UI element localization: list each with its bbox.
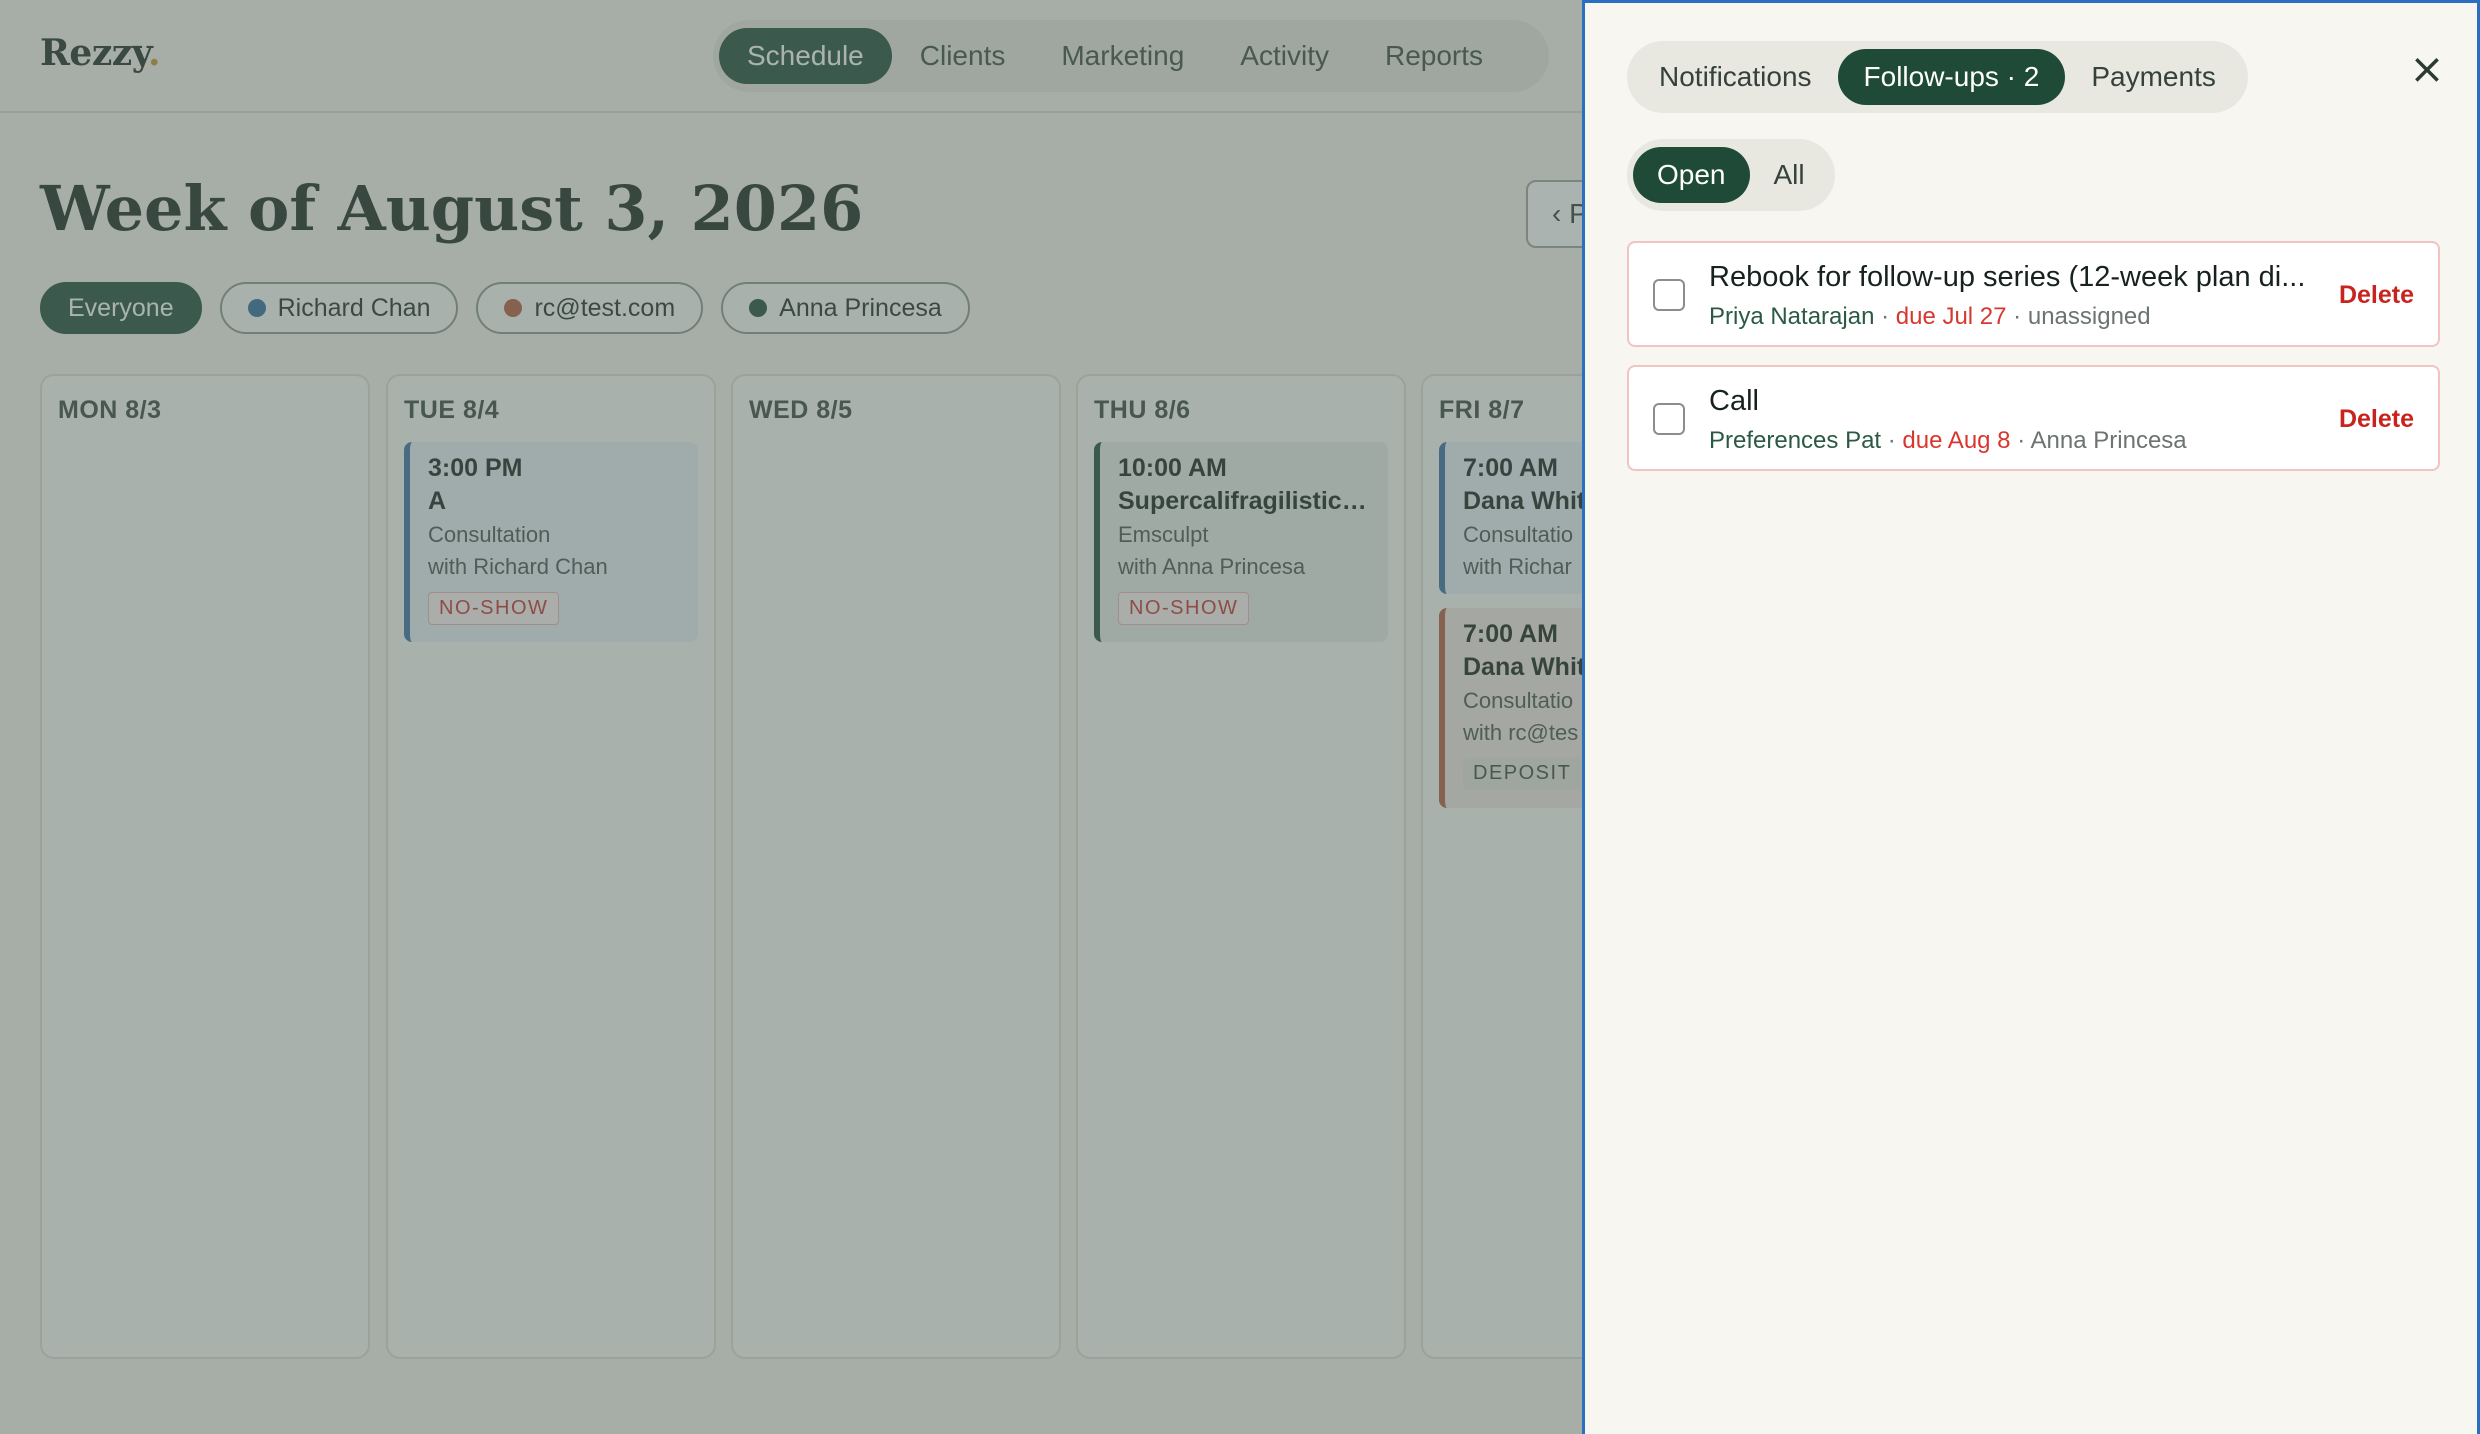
follow-up-due: due Jul 27: [1895, 303, 2007, 330]
follow-up-assignee: unassigned: [2027, 303, 2151, 330]
follow-up-client[interactable]: Priya Natarajan: [1709, 303, 1874, 330]
status-filter: Open All: [1627, 139, 1835, 211]
follow-up-assignee: Anna Princesa: [2030, 427, 2187, 454]
complete-checkbox[interactable]: [1653, 279, 1685, 311]
follow-up-meta: Preferences Pat · due Aug 8 · Anna Princ…: [1709, 427, 2187, 454]
follow-up-item: Call Preferences Pat · due Aug 8 · Anna …: [1627, 365, 2440, 471]
tab-all[interactable]: All: [1750, 147, 1829, 203]
follow-up-title: Rebook for follow-up series (12-week pla…: [1709, 261, 2306, 293]
close-icon[interactable]: ×: [2405, 47, 2449, 91]
follow-up-due: due Aug 8: [1902, 427, 2011, 454]
follow-ups-drawer: Notifications Follow-ups · 2 Payments × …: [1582, 0, 2480, 1434]
drawer-tabs: Notifications Follow-ups · 2 Payments: [1627, 41, 2248, 113]
tab-notifications[interactable]: Notifications: [1633, 49, 1838, 105]
tab-follow-ups[interactable]: Follow-ups · 2: [1837, 49, 2066, 105]
follow-up-title: Call: [1709, 385, 1759, 417]
follow-up-meta: Priya Natarajan · due Jul 27 · unassigne…: [1709, 303, 2151, 330]
delete-button[interactable]: Delete: [2339, 405, 2414, 434]
follow-up-client[interactable]: Preferences Pat: [1709, 427, 1881, 454]
tab-open[interactable]: Open: [1633, 147, 1750, 203]
delete-button[interactable]: Delete: [2339, 281, 2414, 310]
follow-up-item: Rebook for follow-up series (12-week pla…: [1627, 241, 2440, 347]
complete-checkbox[interactable]: [1653, 403, 1685, 435]
tab-payments[interactable]: Payments: [2065, 49, 2242, 105]
